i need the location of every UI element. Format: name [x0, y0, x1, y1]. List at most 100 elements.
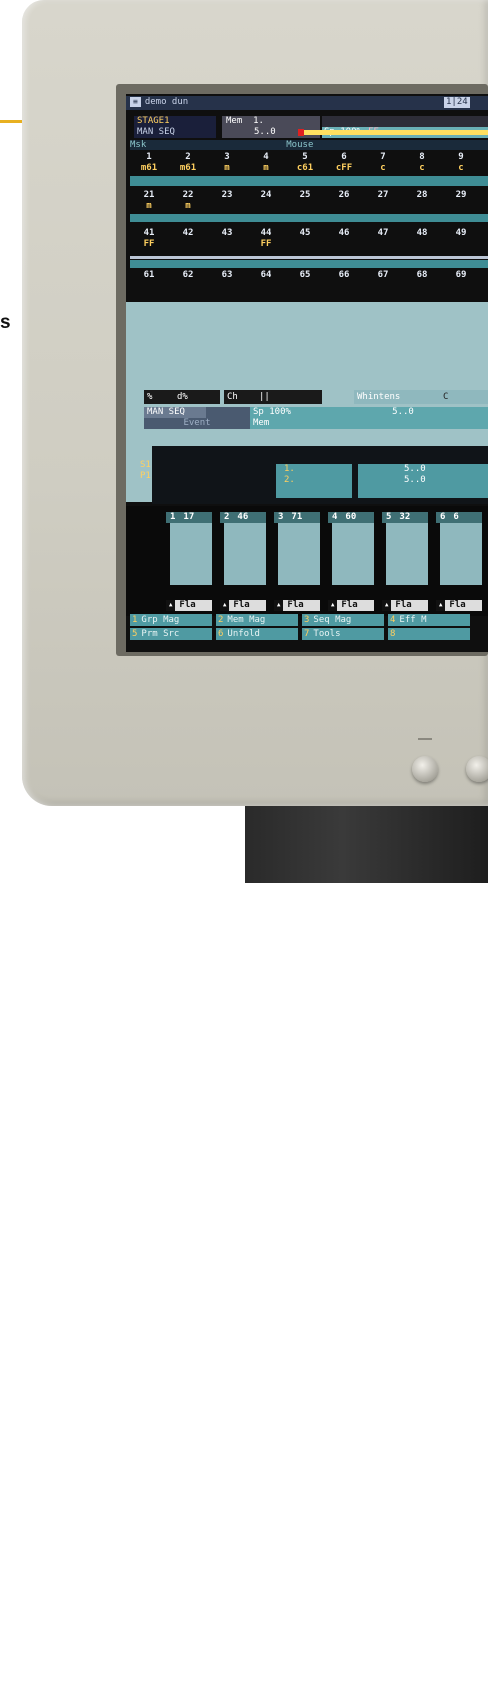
- channel-cell[interactable]: 21 m: [134, 190, 164, 212]
- channel-cell[interactable]: 3m: [212, 152, 242, 174]
- channel-number: 45: [299, 228, 311, 238]
- channel-cell[interactable]: 23: [212, 190, 242, 212]
- channel-cell[interactable]: 8c: [407, 152, 437, 174]
- fader-number: 6: [440, 512, 446, 522]
- fader-body[interactable]: [386, 523, 428, 585]
- channel-number: 62: [182, 270, 194, 280]
- channel-number: 28: [416, 190, 428, 200]
- stage-mode: MAN SEQ: [137, 127, 175, 137]
- playback-marker: P1: [140, 471, 151, 481]
- channel-cell[interactable]: 42: [173, 228, 203, 250]
- list-item[interactable]: 1.: [284, 464, 352, 475]
- channel-number: 21: [143, 190, 155, 200]
- channel-input[interactable]: ||: [256, 390, 322, 404]
- flash-icon: ▴: [166, 600, 176, 611]
- list-item[interactable]: 2.: [284, 475, 352, 486]
- channel-cell[interactable]: 48: [407, 228, 437, 250]
- softkey-button[interactable]: 8: [388, 628, 470, 640]
- channel-cell[interactable]: 26: [329, 190, 359, 212]
- intens-button[interactable]: Whintens: [354, 390, 442, 404]
- channel-button[interactable]: Ch: [224, 390, 260, 404]
- channel-cell[interactable]: 24: [251, 190, 281, 212]
- channel-cell[interactable]: 6 cFF: [329, 152, 359, 174]
- channel-cell[interactable]: 28: [407, 190, 437, 212]
- monitor-button[interactable]: [466, 756, 488, 782]
- monitor-button[interactable]: [412, 756, 438, 782]
- channel-cell[interactable]: 49: [446, 228, 476, 250]
- channel-cell[interactable]: 2 m61: [173, 152, 203, 174]
- softkey-button[interactable]: 2 Mem Mag: [216, 614, 298, 626]
- channel-cell[interactable]: 67: [368, 270, 398, 292]
- mask-label: Msk: [130, 140, 147, 150]
- softkey-label: Unfold: [227, 629, 260, 639]
- channel-cell[interactable]: 66: [329, 270, 359, 292]
- fader[interactable]: 4 60 ▴ Fla: [328, 512, 374, 611]
- channel-cell[interactable]: 45: [290, 228, 320, 250]
- channel-cell[interactable]: 1 m61: [134, 152, 164, 174]
- channel-cell[interactable]: 43: [212, 228, 242, 250]
- fader[interactable]: 6 6 ▴ Fla: [436, 512, 482, 611]
- channel-number: 25: [299, 190, 311, 200]
- channel-cell[interactable]: 27: [368, 190, 398, 212]
- channel-cell[interactable]: 64: [251, 270, 281, 292]
- sequence-speed[interactable]: Sp 100%: [250, 407, 316, 418]
- fader-body[interactable]: [332, 523, 374, 585]
- label-row: Msk Mouse: [130, 140, 488, 150]
- channel-cell[interactable]: 4m: [251, 152, 281, 174]
- flash-button[interactable]: ▴ Fla: [274, 600, 320, 611]
- fader[interactable]: 5 32 ▴ Fla: [382, 512, 428, 611]
- channel-number: 7: [380, 152, 386, 162]
- channel-cell[interactable]: 65: [290, 270, 320, 292]
- channel-cell[interactable]: 68: [407, 270, 437, 292]
- fader-body[interactable]: [440, 523, 482, 585]
- channel-cell[interactable]: 46: [329, 228, 359, 250]
- memory-list[interactable]: 1. 2.: [276, 464, 352, 498]
- fader-body[interactable]: [224, 523, 266, 585]
- delta-percent-button[interactable]: d%: [174, 390, 220, 404]
- stage-block[interactable]: STAGE1 MAN SEQ: [134, 116, 216, 138]
- mem-column-fill: [312, 418, 488, 429]
- fader-body[interactable]: [170, 523, 212, 585]
- softkey-button[interactable]: 1 Grp Mag: [130, 614, 212, 626]
- channel-cell[interactable]: 63: [212, 270, 242, 292]
- channel-cell[interactable]: 9c: [446, 152, 476, 174]
- channel-cell[interactable]: 7c: [368, 152, 398, 174]
- fader[interactable]: 1 17 ▴ Fla: [166, 512, 212, 611]
- fader-body[interactable]: [278, 523, 320, 585]
- sequence-name[interactable]: MAN SEQ: [144, 407, 206, 418]
- softkey-button[interactable]: 4 Eff M: [388, 614, 470, 626]
- memory-number: 1.: [253, 116, 264, 126]
- fader[interactable]: 2 46 ▴ Fla: [220, 512, 266, 611]
- channel-strip: [130, 176, 488, 186]
- channel-number: 44: [260, 228, 272, 238]
- channel-cell[interactable]: 5 c61: [290, 152, 320, 174]
- flash-button[interactable]: ▴ Fla: [436, 600, 482, 611]
- channel-cell[interactable]: 41 FF: [134, 228, 164, 250]
- channel-cell[interactable]: 44 FF: [251, 228, 281, 250]
- channel-cell[interactable]: 29: [446, 190, 476, 212]
- softkey-button[interactable]: 5 Prm Src: [130, 628, 212, 640]
- flash-button[interactable]: ▴ Fla: [328, 600, 374, 611]
- extra-button[interactable]: C: [440, 390, 488, 404]
- fader-number: 3: [278, 512, 284, 522]
- fader[interactable]: 3 71 ▴ Fla: [274, 512, 320, 611]
- channel-cell[interactable]: 47: [368, 228, 398, 250]
- flash-button[interactable]: ▴ Fla: [220, 600, 266, 611]
- channel-cell[interactable]: 62: [173, 270, 203, 292]
- percent-button[interactable]: %: [144, 390, 174, 404]
- channel-number: 4: [263, 152, 269, 162]
- title-bar: ≡ demo dun 1|24: [126, 96, 488, 110]
- flash-button[interactable]: ▴ Fla: [382, 600, 428, 611]
- softkey-button[interactable]: 7 Tools: [302, 628, 384, 640]
- channel-cell[interactable]: 69: [446, 270, 476, 292]
- softkey-button[interactable]: 6 Unfold: [216, 628, 298, 640]
- menu-icon[interactable]: ≡: [130, 97, 141, 107]
- fader-value: 46: [237, 512, 249, 522]
- channel-cell[interactable]: 61: [134, 270, 164, 292]
- softkey-button[interactable]: 3 Seq Mag: [302, 614, 384, 626]
- channel-cell[interactable]: 22 m: [173, 190, 203, 212]
- channel-cell[interactable]: 25: [290, 190, 320, 212]
- channel-number: 67: [377, 270, 389, 280]
- flash-button[interactable]: ▴ Fla: [166, 600, 212, 611]
- softkey-label: Grp Mag: [141, 615, 180, 625]
